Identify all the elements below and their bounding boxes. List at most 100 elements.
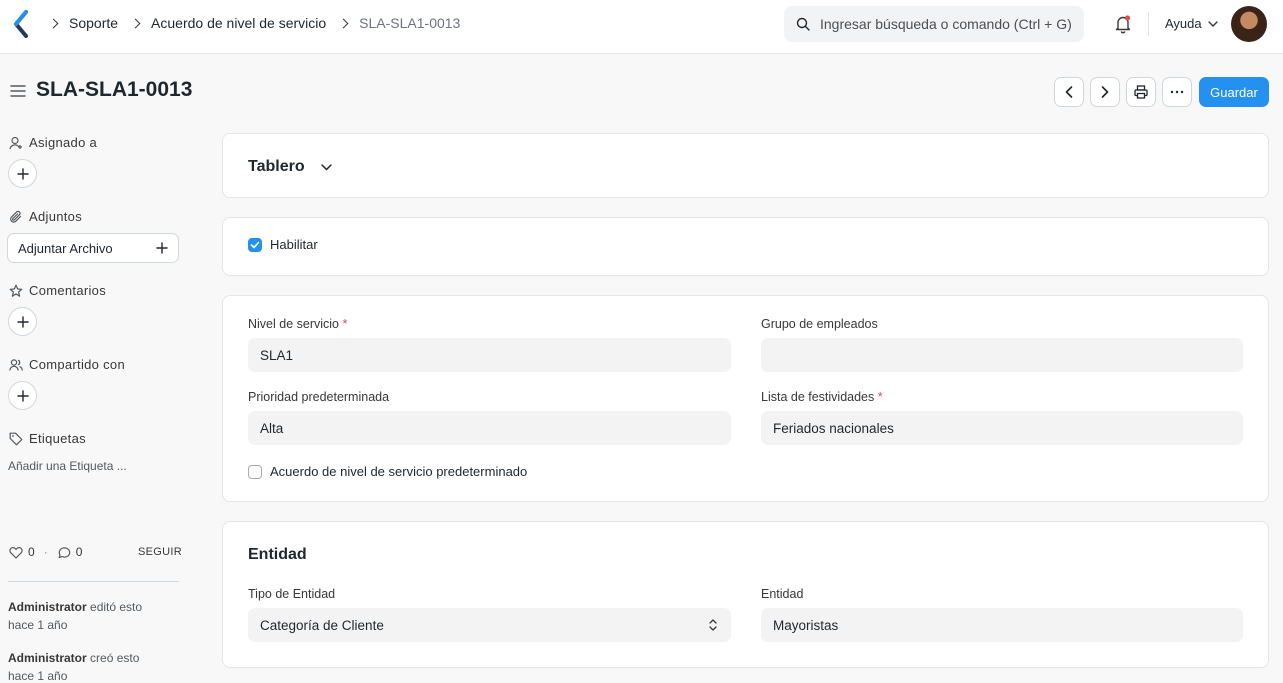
entity-type-select[interactable]: Categoría de Cliente xyxy=(248,608,731,642)
save-button[interactable]: Guardar xyxy=(1199,77,1269,107)
tags-label: Etiquetas xyxy=(29,431,86,446)
page-title: SLA-SLA1-0013 xyxy=(36,78,193,101)
attachments-section: Adjuntos xyxy=(9,209,82,224)
sla-details-card: Nivel de servicio * SLA1 Grupo de emplea… xyxy=(222,295,1269,502)
chevron-left-icon xyxy=(1065,86,1073,98)
holiday-list-input[interactable]: Feriados nacionales xyxy=(761,411,1243,445)
service-level-field-label: Nivel de servicio * xyxy=(248,317,347,331)
entity-input[interactable]: Mayoristas xyxy=(761,608,1243,642)
employee-group-input[interactable] xyxy=(761,338,1243,372)
entity-card: Entidad Tipo de Entidad Categoría de Cli… xyxy=(222,521,1269,668)
holiday-list-label: Lista de festividades xyxy=(761,390,875,404)
search-icon xyxy=(796,17,810,31)
breadcrumb: Soporte Acuerdo de nivel de servicio SLA… xyxy=(46,15,460,31)
search-bar[interactable]: Ingresar búsqueda o comando (Ctrl + G) xyxy=(784,6,1084,42)
comments-section: Comentarios xyxy=(9,283,106,298)
select-updown-icon xyxy=(709,619,717,631)
entity-heading: Entidad xyxy=(248,546,307,563)
plus-icon xyxy=(16,389,29,402)
activity-action: editó esto xyxy=(90,600,143,614)
notification-bell-icon[interactable] xyxy=(1114,14,1132,34)
activity-user[interactable]: Administrator xyxy=(8,600,87,614)
breadcrumb-separator-icon xyxy=(48,18,59,28)
holiday-list-field-label: Lista de festividades * xyxy=(761,390,883,404)
more-options-button[interactable] xyxy=(1162,77,1192,107)
assigned-to-section: Asignado a xyxy=(9,135,97,150)
help-label: Ayuda xyxy=(1165,16,1202,31)
top-navbar: Soporte Acuerdo de nivel de servicio SLA… xyxy=(0,0,1283,54)
shared-with-label: Compartido con xyxy=(29,357,125,372)
service-level-label: Nivel de servicio xyxy=(248,317,340,331)
add-assignee-button[interactable] xyxy=(8,159,37,188)
print-button[interactable] xyxy=(1126,77,1156,107)
breadcrumb-separator-icon xyxy=(130,18,141,28)
activity-time: hace 1 año xyxy=(8,669,68,683)
breadcrumb-soporte[interactable]: Soporte xyxy=(69,15,118,31)
checkmark-icon xyxy=(250,241,260,249)
sidebar-divider xyxy=(8,581,179,582)
app-logo-icon[interactable] xyxy=(12,10,30,38)
enable-card: Habilitar xyxy=(222,217,1269,276)
shared-with-section: Compartido con xyxy=(9,357,125,372)
star-icon xyxy=(9,284,23,297)
default-priority-label: Prioridad predeterminada xyxy=(248,390,390,404)
plus-icon xyxy=(16,315,29,328)
assigned-to-label: Asignado a xyxy=(29,135,98,150)
user-avatar[interactable] xyxy=(1231,6,1267,42)
service-level-input[interactable]: SLA1 xyxy=(248,338,731,372)
add-tag-link[interactable]: Añadir una Etiqueta ... xyxy=(8,459,127,473)
entity-type-value: Categoría de Cliente xyxy=(260,617,384,633)
chevron-down-icon xyxy=(1207,20,1218,27)
breadcrumb-sla[interactable]: Acuerdo de nivel de servicio xyxy=(151,15,326,31)
activity-item: Administrator editó esto hace 1 año xyxy=(8,598,178,634)
attach-file-button[interactable]: Adjuntar Archivo xyxy=(7,233,179,263)
sidebar-toggle-icon[interactable] xyxy=(10,84,26,98)
counter-separator: · xyxy=(43,545,48,559)
add-share-button[interactable] xyxy=(8,381,37,410)
activity-item: Administrator creó esto hace 1 año xyxy=(8,649,178,683)
help-dropdown[interactable]: Ayuda xyxy=(1165,16,1218,31)
follow-button[interactable]: SEGUIR xyxy=(138,546,182,558)
search-placeholder: Ingresar búsqueda o comando (Ctrl + G) xyxy=(820,16,1072,32)
default-sla-label: Acuerdo de nivel de servicio predetermin… xyxy=(270,464,528,479)
entity-type-label: Tipo de Entidad xyxy=(248,587,336,601)
users-icon xyxy=(9,358,23,371)
activity-user[interactable]: Administrator xyxy=(8,651,87,665)
enable-checkbox[interactable] xyxy=(248,238,262,252)
tag-icon xyxy=(9,432,23,445)
dashboard-card[interactable]: Tablero xyxy=(222,133,1269,198)
next-record-button[interactable] xyxy=(1090,77,1120,107)
tags-section: Etiquetas xyxy=(9,431,86,446)
add-comment-button[interactable] xyxy=(8,307,37,336)
default-priority-input[interactable]: Alta xyxy=(248,411,731,445)
print-icon xyxy=(1134,85,1148,99)
heart-icon[interactable] xyxy=(9,546,23,559)
breadcrumb-separator-icon xyxy=(338,18,349,28)
employee-group-label: Grupo de empleados xyxy=(761,317,878,331)
required-mark: * xyxy=(342,317,348,331)
user-icon xyxy=(9,136,22,149)
attachments-label: Adjuntos xyxy=(29,209,82,224)
comments-label: Comentarios xyxy=(29,283,106,298)
navbar-divider xyxy=(1148,12,1149,36)
breadcrumb-current[interactable]: SLA-SLA1-0013 xyxy=(359,15,460,31)
previous-record-button[interactable] xyxy=(1054,77,1084,107)
activity-action: creó esto xyxy=(90,651,140,665)
comments-count: 0 xyxy=(75,545,83,559)
attach-file-label: Adjuntar Archivo xyxy=(18,240,113,256)
paperclip-icon xyxy=(10,210,22,223)
required-mark: * xyxy=(877,390,883,404)
chevron-down-icon xyxy=(321,164,332,171)
plus-icon xyxy=(156,242,168,254)
likes-comments-counter: 0 · 0 xyxy=(9,545,82,559)
activity-time: hace 1 año xyxy=(8,618,68,632)
more-options-icon xyxy=(1170,90,1184,94)
likes-count: 0 xyxy=(28,545,35,559)
entity-label: Entidad xyxy=(761,587,804,601)
dashboard-heading: Tablero xyxy=(248,158,305,175)
comment-bubble-icon xyxy=(58,546,70,558)
enable-label: Habilitar xyxy=(270,237,318,252)
plus-icon xyxy=(16,167,29,180)
default-sla-checkbox[interactable] xyxy=(248,465,262,479)
chevron-right-icon xyxy=(1101,86,1109,98)
